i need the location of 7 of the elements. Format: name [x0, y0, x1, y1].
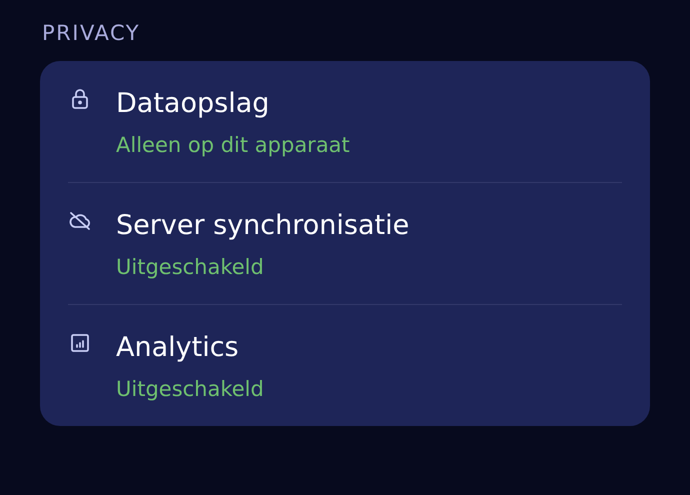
setting-title: Analytics	[116, 333, 240, 363]
setting-title: Dataopslag	[116, 89, 270, 119]
setting-status: Alleen op dit apparaat	[116, 132, 350, 158]
setting-status: Uitgeschakeld	[116, 254, 265, 280]
setting-title: Server synchronisatie	[116, 211, 410, 241]
section-title: PRIVACY	[42, 20, 142, 47]
setting-status: Uitgeschakeld	[116, 376, 264, 402]
